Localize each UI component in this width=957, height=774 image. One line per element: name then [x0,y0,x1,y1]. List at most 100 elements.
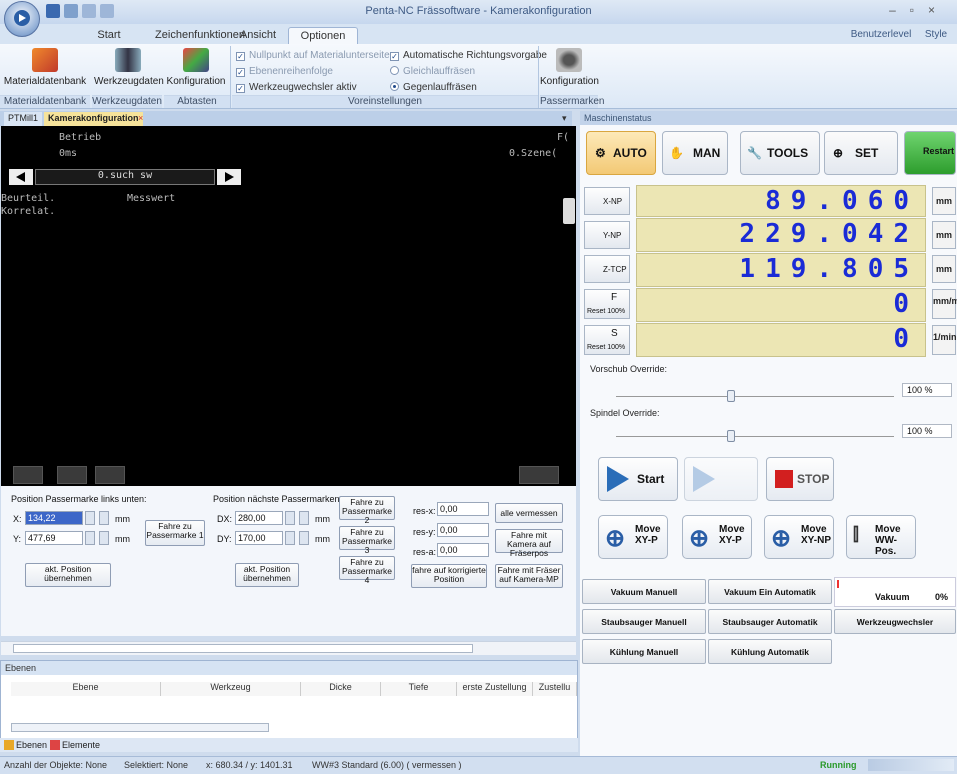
camera-next-button[interactable] [217,169,241,185]
dx-input[interactable]: 280,00 [235,511,283,525]
column-erste-zustellung[interactable]: erste Zustellung [457,682,533,696]
vorschub-slider[interactable] [616,396,894,397]
staubsauger-automatik-button[interactable]: Staubsauger Automatik [708,609,832,634]
tab-optionen[interactable]: Optionen [288,27,358,44]
richtung-checkbox[interactable]: ✓ Automatische Richtungsvorgabe [390,50,547,61]
dx-calc-icon[interactable] [285,511,295,525]
x-calc-icon[interactable] [85,511,95,525]
camera-snapshot-icon[interactable] [95,466,125,484]
column-ebene[interactable]: Ebene [11,682,161,696]
feed-reset-button[interactable]: F Reset 100% [584,289,630,319]
stop-button[interactable]: STOP [766,457,834,501]
konfiguration-passermarken-button[interactable]: Konfiguration [540,48,599,87]
vorschub-knob[interactable] [727,390,736,402]
move-xy-np-button[interactable]: ⊕ Move XY-NP [764,515,834,559]
materialdatenbank-button[interactable]: Materialdatenbank [2,48,88,87]
auto-button[interactable]: ⚙ AUTO [586,131,656,175]
dy-calc-icon[interactable] [285,531,295,545]
column-tiefe[interactable]: Tiefe [381,682,457,696]
redo-icon[interactable] [100,4,114,18]
close-tab-icon[interactable]: × [134,112,147,126]
undo-icon[interactable] [82,4,96,18]
y-input[interactable]: 477,69 [25,531,83,545]
ebenen-scrollbar[interactable] [11,723,269,732]
step-button[interactable] [684,457,758,501]
tools-button[interactable]: 🔧 TOOLS [740,131,820,175]
feed-readout: 0 [636,288,926,322]
style-menu[interactable]: Style [918,27,954,44]
view-buttons[interactable] [868,759,954,771]
set-button[interactable]: ⊕ SET [824,131,898,175]
doctab-kamerakonfiguration[interactable]: Kamerakonfiguration [44,112,143,126]
window-controls[interactable]: –▫× [889,3,949,17]
settings-toolbox-icon[interactable] [519,466,559,484]
ebenenreihenfolge-checkbox[interactable]: ✓ Ebenenreihenfolge [236,66,333,77]
man-button[interactable]: ✋ MAN [662,131,728,175]
fahre-passermarke-2-button[interactable]: Fahre zu Passermarke 2 [339,496,395,525]
tab-ansicht[interactable]: Ansicht [236,27,280,44]
resa-input[interactable]: 0,00 [437,543,489,557]
spindel-slider[interactable] [616,436,894,437]
axis-z-label[interactable]: Z-TCP [584,255,630,283]
move-ww-pos-button[interactable]: ⫿ Move WW-Pos. [846,515,916,559]
axis-y-label[interactable]: Y-NP [584,221,630,249]
alle-vermessen-button[interactable]: alle vermessen [495,503,563,523]
tab-zeichenfunktionen[interactable]: Zeichenfunktionen [150,27,250,44]
vakuum-automatik-button[interactable]: Vakuum Ein Automatik [708,579,832,604]
fahre-mit-fraeser-button[interactable]: Fahre mit Fräser auf Kamera-MP [495,564,563,588]
spindel-knob[interactable] [727,430,736,442]
werkzeugwechsler-button[interactable]: Werkzeugwechsler [834,609,956,634]
print-icon[interactable] [64,4,78,18]
move-xy-p-button-2[interactable]: ⊕ Move XY-P [682,515,752,559]
tab-start[interactable]: Start [86,27,132,44]
dy-spinner[interactable] [299,531,309,545]
start-button[interactable]: Start [598,457,678,501]
save-icon[interactable] [46,4,60,18]
dy-input[interactable]: 170,00 [235,531,283,545]
tab-elemente[interactable]: Elemente [62,740,100,750]
restart-button[interactable]: Restart [904,131,956,175]
scroll-thumb[interactable] [13,644,473,653]
zoom-icon[interactable] [57,466,87,484]
tab-ebenen[interactable]: Ebenen [16,740,47,750]
fit-icon[interactable] [13,466,43,484]
collapse-handle[interactable] [563,198,575,224]
akt-position-2-button[interactable]: akt. Position übernehmen [235,563,299,587]
gleichlauf-radio[interactable]: Gleichlauffräsen [390,66,475,77]
axis-x-label[interactable]: X-NP [584,187,630,215]
column-zustellung[interactable]: Zustellu [533,682,577,696]
spindle-reset-button[interactable]: S Reset 100% [584,325,630,355]
benutzerlevel-menu[interactable]: Benutzerlevel [846,27,916,44]
dx-spinner[interactable] [299,511,309,525]
x-input[interactable]: 134,22 [25,511,83,525]
gegenlauf-radio[interactable]: Gegenlauffräsen [390,82,477,93]
werkzeugdaten-button[interactable]: Werkzeugdaten [94,48,164,87]
kuehlung-manuell-button[interactable]: Kühlung Manuell [582,639,706,664]
column-werkzeug[interactable]: Werkzeug [161,682,301,696]
fahre-mit-kamera-button[interactable]: Fahre mit Kamera auf Fräserpos [495,529,563,558]
camera-prev-button[interactable] [9,169,33,185]
resx-input[interactable]: 0,00 [437,502,489,516]
werkzeugwechsler-checkbox[interactable]: ✓ Werkzeugwechsler aktiv [236,82,357,93]
fahre-passermarke-4-button[interactable]: Fahre zu Passermarke 4 [339,556,395,585]
tab-dropdown-icon[interactable]: ▾ [558,112,571,126]
x-spinner[interactable] [99,511,109,525]
horizontal-scrollbar[interactable] [1,641,576,655]
konfiguration-abtasten-button[interactable]: Konfiguration [164,48,228,87]
staubsauger-manuell-button[interactable]: Staubsauger Manuell [582,609,706,634]
resy-input[interactable]: 0,00 [437,523,489,537]
move-xy-p-button-1[interactable]: ⊕ Move XY-P [598,515,668,559]
nullpunkt-checkbox[interactable]: ✓ Nullpunkt auf Materialunterseite [236,50,390,61]
column-dicke[interactable]: Dicke [301,682,381,696]
fahre-passermarke-3-button[interactable]: Fahre zu Passermarke 3 [339,526,395,555]
application-menu-button[interactable] [4,1,40,37]
fahre-korrigiert-button[interactable]: fahre auf korrigierte Position [411,564,487,588]
y-spinner[interactable] [99,531,109,545]
kuehlung-automatik-button[interactable]: Kühlung Automatik [708,639,832,664]
y-calc-icon[interactable] [85,531,95,545]
akt-position-1-button[interactable]: akt. Position übernehmen [25,563,111,587]
fahre-passermarke-1-button[interactable]: Fahre zu Passermarke 1 [145,520,205,546]
crosshair-icon: ⊕ [605,525,626,552]
vakuum-manuell-button[interactable]: Vakuum Manuell [582,579,706,604]
doctab-ptmill1[interactable]: PTMill1 [4,112,43,126]
